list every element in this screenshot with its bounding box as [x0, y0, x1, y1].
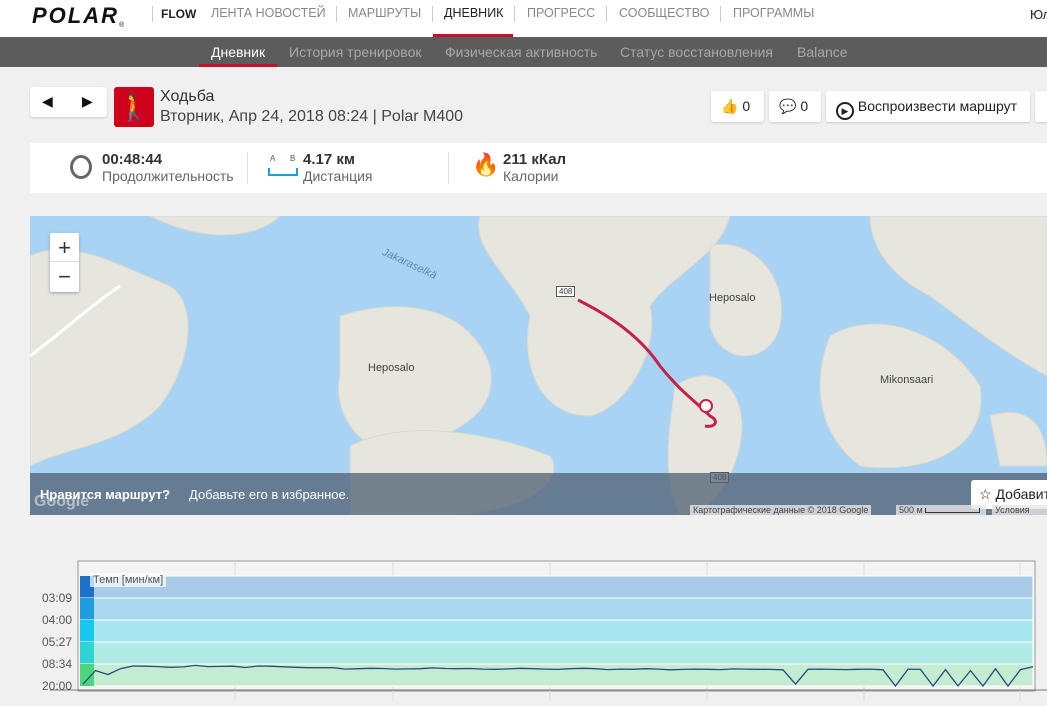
- map-attribution: Картографические данные © 2018 Google: [690, 505, 872, 515]
- like-button[interactable]: 👍 0: [711, 91, 764, 122]
- comment-icon: 💬: [779, 98, 797, 114]
- replay-route-button[interactable]: ▶ Воспроизвести маршрут: [826, 91, 1030, 122]
- nav-progress[interactable]: ПРОГРЕСС: [527, 6, 595, 20]
- favorite-banner: Нравится маршрут? Добавьте его в избранн…: [30, 473, 1047, 515]
- chart-title: Темп [мин/км]: [90, 573, 167, 587]
- nav-programs[interactable]: ПРОГРАММЫ: [733, 6, 814, 20]
- zone-marker: [80, 620, 94, 642]
- zone-band: [79, 641, 1034, 665]
- distance-value: 4.17 км: [303, 151, 355, 168]
- polar-logo[interactable]: POLAR®: [32, 3, 126, 29]
- map-label: Heposalo: [709, 292, 756, 304]
- zoom-out-button[interactable]: −: [50, 262, 79, 291]
- route-map[interactable]: Jakaraselkä Heposalo Heposalo Mikonsaari…: [30, 216, 1047, 515]
- distance-label: Дистанция: [303, 168, 373, 184]
- y-tick-label: 04:00: [42, 613, 73, 627]
- comment-button[interactable]: 💬 0: [769, 91, 821, 122]
- flame-icon: 🔥: [472, 152, 500, 177]
- map-tiles: [30, 216, 1047, 515]
- y-tick-label: 08:34: [42, 657, 73, 671]
- zoom-controls: + −: [50, 233, 79, 292]
- map-scale: 500 м: [896, 505, 986, 515]
- walking-icon: 🚶: [114, 87, 154, 127]
- distance-icon: AB: [268, 154, 298, 182]
- duration-value: 00:48:44: [102, 151, 163, 168]
- session-datetime: Вторник, Апр 24, 2018 08:24 | Polar M400: [160, 108, 464, 125]
- more-button[interactable]: [1035, 91, 1047, 122]
- top-nav: POLAR® FLOW ЛЕНТА НОВОСТЕЙ МАРШРУТЫ ДНЕВ…: [0, 0, 1047, 37]
- google-logo: Google: [34, 493, 90, 510]
- map-label: Mikonsaari: [880, 374, 934, 386]
- sub-nav: Дневник История тренировок Физическая ак…: [0, 37, 1047, 67]
- zone-band: [79, 597, 1034, 621]
- zone-band: [79, 619, 1034, 643]
- map-label: Heposalo: [368, 362, 415, 374]
- subnav-recovery[interactable]: Статус восстановления: [620, 44, 773, 60]
- nav-diary[interactable]: ДНЕВНИК: [444, 6, 503, 20]
- nav-community[interactable]: СООБЩЕСТВО: [619, 6, 709, 20]
- user-menu[interactable]: Юл: [1030, 7, 1047, 22]
- road-sign: 408: [556, 286, 576, 297]
- zone-band: [79, 663, 1034, 687]
- terms-link[interactable]: Условия использования: [992, 505, 1047, 515]
- zone-band: [79, 575, 1034, 599]
- play-icon: ▶: [836, 102, 854, 120]
- zone-marker: [80, 598, 94, 620]
- subnav-balance[interactable]: Balance: [797, 44, 848, 60]
- subnav-history[interactable]: История тренировок: [289, 44, 421, 60]
- star-icon: ☆: [979, 486, 992, 502]
- nav-routes[interactable]: МАРШРУТЫ: [348, 6, 421, 20]
- duration-label: Продолжительность: [102, 168, 234, 184]
- sport-title: Ходьба: [160, 88, 215, 105]
- next-arrow-icon[interactable]: ▶: [82, 93, 93, 110]
- stopwatch-icon: [70, 155, 92, 179]
- thumbs-up-icon: 👍: [721, 98, 739, 114]
- session-navigation: ◀ ▶: [30, 87, 107, 117]
- zoom-in-button[interactable]: +: [50, 233, 79, 262]
- calories-label: Калории: [503, 168, 559, 184]
- pace-chart: Темп [мин/км] 03:09 04:00 05:27 08:34 20:00: [0, 555, 1047, 701]
- subnav-diary[interactable]: Дневник: [211, 44, 265, 60]
- y-tick-label: 20:00: [42, 679, 73, 693]
- subnav-activity[interactable]: Физическая активность: [445, 44, 597, 60]
- prev-arrow-icon[interactable]: ◀: [42, 93, 53, 110]
- y-tick-label: 03:09: [42, 591, 73, 605]
- y-tick-label: 05:27: [42, 635, 73, 649]
- flow-label: FLOW: [161, 7, 197, 21]
- zone-marker: [80, 642, 94, 664]
- banner-text: Добавьте его в избранное.: [189, 487, 350, 502]
- nav-news[interactable]: ЛЕНТА НОВОСТЕЙ: [211, 6, 326, 20]
- calories-value: 211 кКал: [503, 151, 567, 168]
